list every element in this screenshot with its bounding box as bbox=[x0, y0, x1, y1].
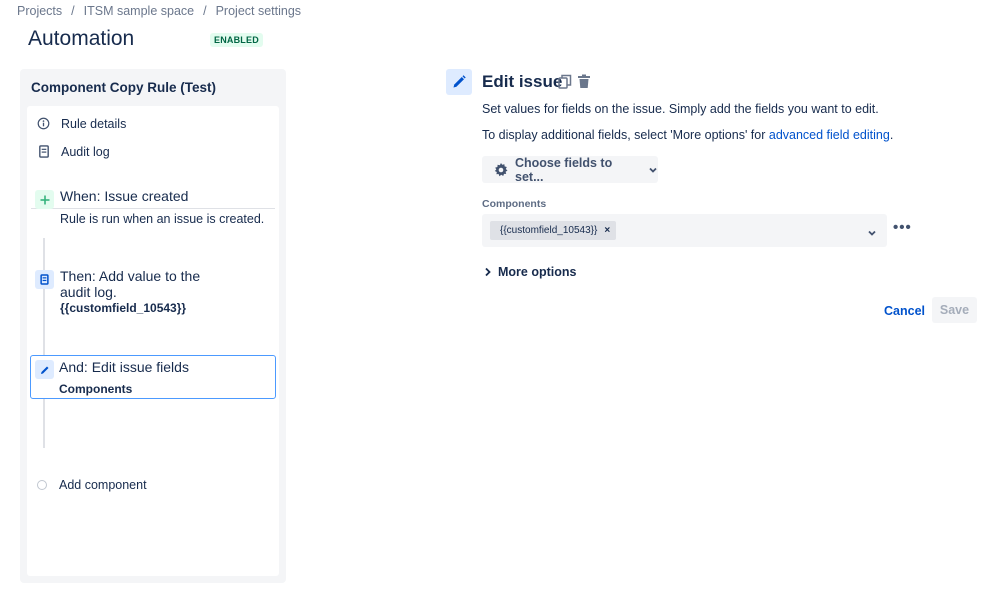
breadcrumb: Projects / ITSM sample space / Project s… bbox=[17, 4, 301, 18]
editor-hint-suffix: . bbox=[889, 128, 894, 142]
rule-details-link[interactable]: Rule details bbox=[36, 116, 126, 131]
status-badge: ENABLED bbox=[210, 33, 263, 47]
components-field-label: Components bbox=[482, 198, 547, 210]
page-title: Automation bbox=[28, 27, 135, 50]
copy-icon[interactable] bbox=[558, 74, 572, 94]
action-step-audit-log[interactable]: Then: Add value to the audit log. {{cust… bbox=[33, 268, 273, 318]
chevron-down-icon bbox=[867, 225, 877, 243]
add-component-label: Add component bbox=[59, 478, 147, 492]
step-description: Components bbox=[59, 382, 133, 396]
remove-tag-icon[interactable]: × bbox=[604, 225, 610, 236]
step-description: Rule is run when an issue is created. bbox=[60, 212, 265, 226]
editor-hint-text: To display additional fields, select 'Mo… bbox=[482, 128, 769, 142]
document-icon bbox=[35, 270, 54, 289]
action-step-edit-issue-fields[interactable]: And: Edit issue fields Components bbox=[30, 355, 276, 399]
chevron-down-icon bbox=[648, 165, 658, 175]
editor-hint: To display additional fields, select 'Mo… bbox=[482, 128, 893, 142]
advanced-field-editing-link[interactable]: advanced field editing bbox=[769, 128, 890, 142]
more-options-label: More options bbox=[498, 265, 577, 279]
chevron-right-icon bbox=[484, 267, 492, 277]
add-component-button[interactable]: Add component bbox=[37, 478, 147, 492]
rule-details-label: Rule details bbox=[61, 116, 127, 131]
rule-name: Component Copy Rule (Test) bbox=[31, 80, 216, 95]
more-actions-icon[interactable]: ••• bbox=[893, 219, 912, 236]
editor-title: Edit issue bbox=[482, 72, 563, 91]
cancel-button[interactable]: Cancel bbox=[876, 298, 933, 323]
more-options-toggle[interactable]: More options bbox=[484, 265, 576, 279]
editor-description: Set values for fields on the issue. Simp… bbox=[482, 102, 879, 116]
components-select[interactable]: {{customfield_10543}} × bbox=[482, 214, 887, 247]
choose-fields-label: Choose fields to set... bbox=[515, 155, 613, 184]
breadcrumb-project-settings[interactable]: Project settings bbox=[216, 4, 301, 18]
rule-panel: Component Copy Rule (Test) Rule details … bbox=[20, 69, 286, 583]
step-title: When: Issue created bbox=[60, 188, 189, 204]
trigger-step-issue-created[interactable]: When: Issue created Rule is run when an … bbox=[33, 188, 273, 228]
audit-log-link[interactable]: Audit log bbox=[36, 144, 110, 159]
circle-icon bbox=[37, 480, 47, 490]
step-title: And: Edit issue fields bbox=[59, 359, 189, 375]
breadcrumb-itsm-sample-space[interactable]: ITSM sample space bbox=[84, 4, 194, 18]
selected-value-tag: {{customfield_10543}} × bbox=[490, 221, 617, 240]
step-title: Then: Add value to the audit log. bbox=[60, 268, 201, 300]
gear-icon bbox=[493, 162, 509, 178]
choose-fields-dropdown[interactable]: Choose fields to set... bbox=[482, 155, 658, 184]
breadcrumb-projects[interactable]: Projects bbox=[17, 4, 62, 18]
plus-icon bbox=[35, 190, 54, 209]
trash-icon[interactable] bbox=[577, 74, 591, 94]
selected-value-label: {{customfield_10543}} bbox=[500, 225, 598, 236]
info-icon bbox=[36, 116, 51, 131]
breadcrumb-separator: / bbox=[203, 4, 207, 18]
audit-log-label: Audit log bbox=[61, 144, 110, 159]
document-icon bbox=[36, 144, 51, 159]
step-description: {{customfield_10543}} bbox=[60, 301, 187, 315]
rule-card: Rule details Audit log When: Issue creat… bbox=[27, 106, 279, 576]
pencil-icon bbox=[35, 360, 54, 379]
breadcrumb-separator: / bbox=[71, 4, 75, 18]
save-button[interactable]: Save bbox=[932, 297, 977, 323]
pencil-icon bbox=[446, 69, 472, 95]
